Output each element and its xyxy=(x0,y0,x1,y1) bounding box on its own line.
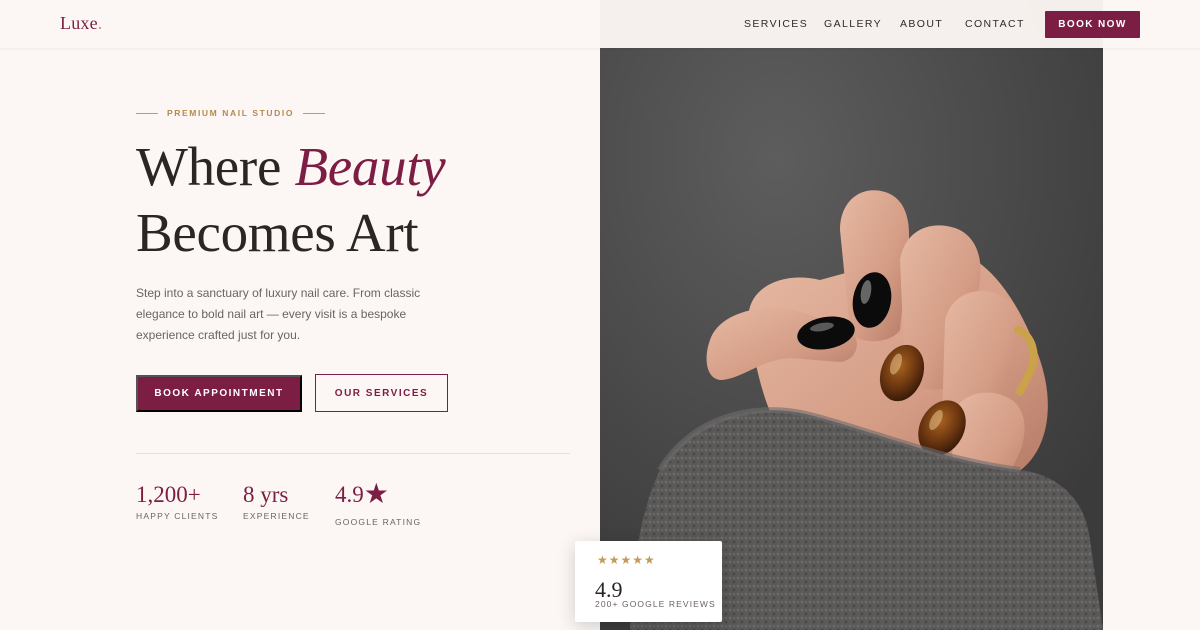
stat-label: GOOGLE RATING xyxy=(335,517,422,527)
stat-value: 1,200+ xyxy=(136,482,201,507)
main-nav: SERVICES GALLERY ABOUT CONTACT xyxy=(0,18,1200,32)
rating-number: 4.9 xyxy=(335,482,364,507)
hero-photo-manicured-hand xyxy=(600,0,1103,630)
nav-link-services[interactable]: SERVICES xyxy=(744,18,808,30)
book-now-button[interactable]: BOOK NOW xyxy=(1045,11,1140,38)
our-services-button[interactable]: OUR SERVICES xyxy=(315,374,448,412)
stat-value: 8 yrs xyxy=(243,482,289,507)
headline-line2: Becomes Art xyxy=(136,202,419,263)
review-caption: 200+ GOOGLE REVIEWS xyxy=(595,599,716,609)
eyebrow-text: PREMIUM NAIL STUDIO xyxy=(167,108,295,118)
eyebrow-line-right xyxy=(303,112,326,114)
book-appointment-button[interactable]: BOOK APPOINTMENT xyxy=(136,375,302,412)
hero-eyebrow: PREMIUM NAIL STUDIO xyxy=(136,107,326,119)
stat-happy-clients: 1,200+ HAPPY CLIENTS xyxy=(136,481,219,521)
nav-link-about[interactable]: ABOUT xyxy=(900,18,943,30)
hero-description: Step into a sanctuary of luxury nail car… xyxy=(136,286,421,342)
headline-accent: Beauty xyxy=(294,136,446,197)
stat-label: EXPERIENCE xyxy=(243,511,310,521)
eyebrow-line-left xyxy=(136,112,158,114)
stats-divider xyxy=(136,453,570,454)
stat-experience: 8 yrs EXPERIENCE xyxy=(243,481,310,521)
stat-label: HAPPY CLIENTS xyxy=(136,511,219,521)
stat-google-rating: 4.9★ GOOGLE RATING xyxy=(335,481,422,528)
review-card: ★★★★★ 4.9 200+ GOOGLE REVIEWS xyxy=(575,541,722,622)
stat-value: 4.9★ xyxy=(335,481,421,509)
star-rating-icons: ★★★★★ xyxy=(597,553,656,567)
nav-link-gallery[interactable]: GALLERY xyxy=(824,18,882,30)
star-icon: ★ xyxy=(363,479,389,510)
hand-illustration xyxy=(600,0,1103,630)
site-header: Luxe. SERVICES GALLERY ABOUT CONTACT BOO… xyxy=(0,0,1200,48)
nav-link-contact[interactable]: CONTACT xyxy=(965,18,1025,30)
hero-headline: Where Beauty Becomes Art xyxy=(136,134,576,266)
headline-part1: Where xyxy=(136,136,295,197)
